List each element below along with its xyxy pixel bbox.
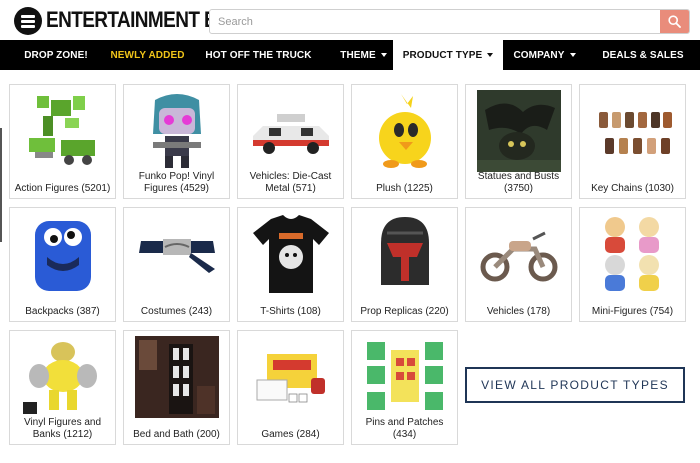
category-label: Vehicles (178) (486, 306, 551, 317)
category-label: Costumes (243) (140, 306, 213, 317)
nav-theme[interactable]: THEME (334, 40, 393, 70)
category-tile-prop-replicas[interactable]: Prop Replicas (220) (351, 207, 458, 322)
funko-pop-icon (152, 94, 201, 168)
category-tile-games[interactable]: Games (284) (237, 330, 344, 445)
category-tile-plush[interactable]: Plush (1225) (351, 84, 458, 199)
chevron-down-icon (487, 53, 494, 57)
chevron-down-icon (380, 53, 387, 57)
chevron-down-icon (569, 53, 576, 57)
category-label: Bed and Bath (200) (133, 429, 220, 440)
robot-figure-icon (28, 96, 95, 165)
plush-chocobo-icon (378, 94, 431, 168)
category-tile-key-chains[interactable]: Key Chains (1030) (579, 84, 686, 199)
main-nav: DROP ZONE! NEWLY ADDED HOT OFF THE TRUCK… (0, 40, 700, 70)
nav-company[interactable]: COMPANY (503, 40, 586, 70)
nav-hot-off-the-truck[interactable]: HOT OFF THE TRUCK (183, 40, 334, 70)
dragon-statue-icon (476, 90, 561, 172)
nav-theme-label: THEME (340, 49, 376, 61)
category-label: Statues and Busts (3750) (477, 171, 560, 194)
t-shirt-icon (252, 215, 329, 293)
category-tile-mini-figures[interactable]: Mini-Figures (754) (579, 207, 686, 322)
product-type-dropdown: Action Figures (5201) Funko Pop! Vinyl F… (0, 70, 700, 463)
board-game-icon (256, 354, 325, 403)
category-tile-die-cast-vehicles[interactable]: Vehicles: Die-Cast Metal (571) (237, 84, 344, 199)
category-label: Backpacks (387) (25, 306, 100, 317)
category-label: Vehicles: Die-Cast Metal (571) (249, 171, 332, 194)
category-label: Plush (1225) (376, 183, 433, 194)
view-all-product-types-button[interactable]: VIEW ALL PRODUCT TYPES (465, 367, 685, 403)
search-box (209, 9, 690, 34)
category-tile-vinyl-figures-and-banks[interactable]: Vinyl Figures and Banks (1212) (9, 330, 116, 445)
pins-patches-icon (366, 342, 443, 410)
nav-hot-off-the-truck-label: HOT OFF THE TRUCK (205, 49, 312, 61)
search-icon (668, 15, 681, 28)
search-button[interactable] (660, 10, 689, 33)
logo-mark-icon (14, 7, 42, 35)
search-input[interactable] (210, 10, 661, 33)
nav-drop-zone-label: DROP ZONE! (24, 49, 88, 61)
site-header: ENTERTAINMENT EARTH (0, 0, 700, 40)
nav-newly-added-label: NEWLY ADDED (110, 49, 185, 61)
category-tile-funko-pop[interactable]: Funko Pop! Vinyl Figures (4529) (123, 84, 230, 199)
category-tile-bed-and-bath[interactable]: Bed and Bath (200) (123, 330, 230, 445)
nav-drop-zone[interactable]: DROP ZONE! (0, 40, 112, 70)
category-tile-statues-and-busts[interactable]: Statues and Busts (3750) (465, 84, 572, 199)
category-tile-backpacks[interactable]: Backpacks (387) (9, 207, 116, 322)
category-label: T-Shirts (108) (260, 306, 321, 317)
nav-deals-and-sales-label: DEALS & SALES (602, 49, 684, 61)
die-cast-car-icon (252, 114, 329, 154)
motorcycle-icon (480, 231, 557, 282)
category-label: Vinyl Figures and Banks (1212) (23, 417, 102, 440)
nav-product-type-label: PRODUCT TYPE (402, 49, 483, 61)
nav-deals-and-sales[interactable]: DEALS & SALES (586, 40, 700, 70)
nav-product-type[interactable]: PRODUCT TYPE (393, 40, 503, 70)
category-tile-t-shirts[interactable]: T-Shirts (108) (237, 207, 344, 322)
category-label: Pins and Patches (434) (365, 417, 444, 440)
category-label: Action Figures (5201) (14, 183, 111, 194)
category-label: Prop Replicas (220) (360, 306, 449, 317)
key-chains-icon (598, 112, 672, 154)
category-tile-pins-and-patches[interactable]: Pins and Patches (434) (351, 330, 458, 445)
backpack-icon (34, 221, 91, 291)
page-edge-divider (0, 128, 2, 242)
vinyl-figure-icon (22, 342, 97, 414)
mini-figures-icon (604, 217, 659, 291)
headband-icon (138, 239, 215, 273)
helmet-icon (380, 217, 429, 285)
nav-newly-added[interactable]: NEWLY ADDED (110, 40, 185, 70)
category-label: Games (284) (261, 429, 320, 440)
category-label: Funko Pop! Vinyl Figures (4529) (138, 171, 215, 194)
nav-company-label: COMPANY (513, 49, 565, 61)
category-label: Mini-Figures (754) (591, 306, 674, 317)
shower-curtain-icon (134, 336, 219, 418)
category-tile-vehicles[interactable]: Vehicles (178) (465, 207, 572, 322)
category-tile-costumes[interactable]: Costumes (243) (123, 207, 230, 322)
category-tile-action-figures[interactable]: Action Figures (5201) (9, 84, 116, 199)
category-label: Key Chains (1030) (591, 183, 674, 194)
